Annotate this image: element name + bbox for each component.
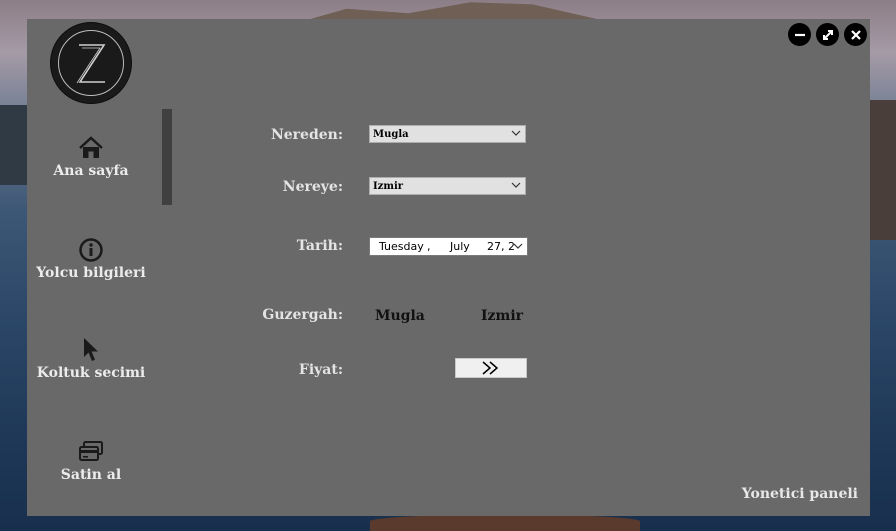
price-next-button[interactable]	[455, 358, 527, 378]
date-month: July	[450, 240, 470, 253]
desktop-wallpaper-rock-right	[869, 100, 896, 240]
sidebar-item-ana-sayfa[interactable]: Ana sayfa	[27, 135, 155, 179]
z-logo-icon	[76, 44, 106, 84]
price-label: Fiyat:	[298, 362, 343, 378]
minimize-button[interactable]	[788, 23, 811, 46]
date-separator: ,	[427, 240, 431, 253]
sidebar-item-label: Yolcu bilgileri	[36, 265, 146, 281]
minimize-icon	[794, 33, 805, 36]
sidebar-item-label: Satin al	[60, 467, 122, 483]
from-label: Nereden:	[270, 127, 343, 143]
chevron-down-icon	[513, 243, 523, 249]
route-label: Guzergah:	[262, 307, 343, 323]
credit-card-icon	[79, 441, 103, 461]
sidebar-item-koltuk-secimi[interactable]: Koltuk secimi	[27, 337, 155, 381]
sidebar-item-label: Ana sayfa	[53, 163, 129, 179]
close-button[interactable]	[844, 23, 867, 46]
maximize-button[interactable]	[816, 23, 839, 46]
from-select[interactable]: Mugla	[369, 125, 526, 143]
to-select-value: Izmir	[373, 181, 404, 192]
window-controls	[786, 23, 870, 47]
desktop-wallpaper-rock-left	[0, 105, 30, 185]
sidebar-item-satin-al[interactable]: Satin al	[27, 439, 155, 483]
cursor-arrow-icon	[84, 338, 98, 361]
active-nav-indicator	[162, 109, 172, 205]
admin-panel-link[interactable]: Yonetici paneli	[742, 486, 858, 502]
route-from-city: Mugla	[375, 308, 425, 324]
to-label: Nereye:	[282, 179, 343, 195]
chevron-down-icon	[511, 182, 521, 188]
route-to-city: Izmir	[481, 308, 524, 324]
date-weekday: Tuesday	[379, 240, 424, 253]
date-picker[interactable]: Tuesday , July 27, 2	[369, 237, 528, 256]
date-day: 27, 2	[487, 240, 515, 253]
home-icon	[79, 136, 103, 158]
double-chevron-right-icon	[482, 361, 499, 375]
to-select[interactable]: Izmir	[369, 177, 526, 195]
desktop-wallpaper-island	[370, 515, 640, 531]
close-icon	[850, 29, 861, 40]
date-label: Tarih:	[296, 238, 343, 254]
sidebar-item-label: Koltuk secimi	[36, 365, 146, 381]
maximize-icon	[822, 29, 833, 40]
chevron-down-icon	[511, 130, 521, 136]
from-select-value: Mugla	[373, 129, 409, 140]
info-icon	[79, 238, 103, 262]
app-window: Ana sayfa Yolcu bilgileri Koltuk secimi …	[27, 19, 870, 516]
sidebar-item-yolcu-bilgileri[interactable]: Yolcu bilgileri	[27, 237, 155, 281]
app-logo	[50, 22, 132, 104]
